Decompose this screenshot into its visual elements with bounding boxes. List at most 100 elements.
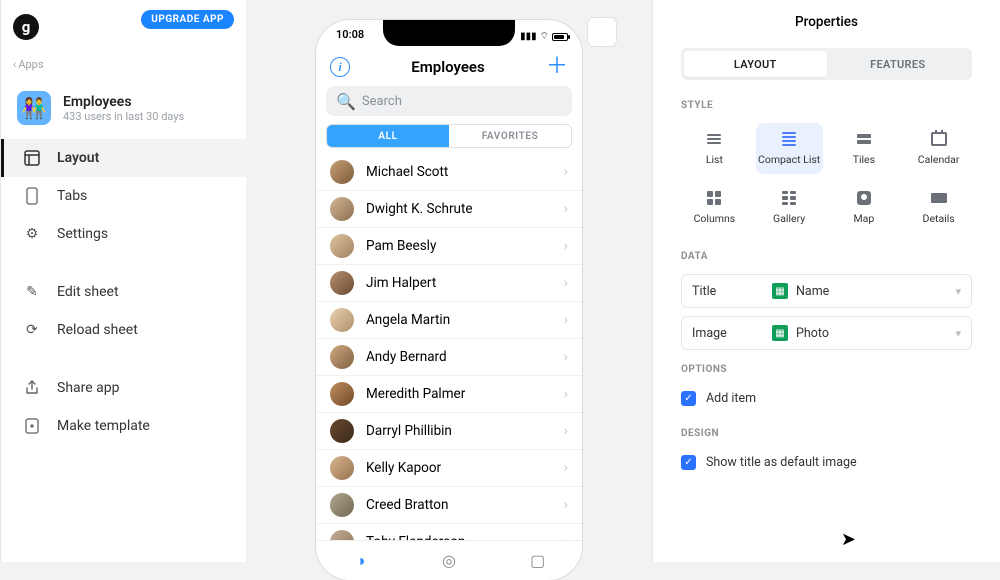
- sidebar-item-layout[interactable]: Layout: [1, 139, 246, 177]
- tabs-icon: [23, 187, 41, 205]
- list-item[interactable]: Pam Beesly›: [316, 228, 582, 265]
- data-row-title[interactable]: Title ▦Name ▾: [681, 274, 972, 308]
- section-style-label: STYLE: [681, 100, 972, 111]
- list-filter-segmented: ALL FAVORITES: [326, 124, 572, 148]
- sidebar-item-label: Layout: [57, 150, 99, 166]
- battery-icon: [552, 33, 568, 41]
- style-gallery[interactable]: Gallery: [756, 182, 823, 233]
- device-apple-button[interactable]: [588, 18, 616, 46]
- style-calendar[interactable]: Calendar: [905, 123, 972, 174]
- app-logo[interactable]: g: [13, 14, 39, 40]
- avatar: [330, 308, 354, 332]
- sidebar-item-share-app[interactable]: Share app: [1, 369, 246, 407]
- sidebar-item-make-template[interactable]: Make template: [1, 407, 246, 445]
- sheets-icon: ▦: [772, 325, 788, 341]
- properties-panel: Properties LAYOUT FEATURES STYLE List Co…: [652, 0, 1000, 562]
- style-label: Gallery: [773, 212, 805, 225]
- chevron-right-icon: ›: [564, 312, 568, 328]
- chevron-right-icon: ›: [564, 349, 568, 365]
- cursor-icon: ➤: [841, 529, 856, 550]
- style-label: Columns: [694, 212, 736, 225]
- style-label: List: [706, 153, 723, 166]
- avatar: [330, 530, 354, 540]
- sidebar-item-label: Reload sheet: [57, 322, 138, 338]
- chevron-right-icon: ›: [564, 423, 568, 439]
- style-columns[interactable]: Columns: [681, 182, 748, 233]
- design-label: Show title as default image: [706, 455, 857, 470]
- data-value: Photo: [796, 326, 829, 341]
- wifi-icon: ⌔: [540, 30, 549, 43]
- tab-layout[interactable]: LAYOUT: [684, 51, 827, 77]
- avatar: [330, 271, 354, 295]
- current-app-header[interactable]: 👫 Employees 433 users in last 30 days: [1, 77, 246, 139]
- sidebar-item-tabs[interactable]: Tabs: [1, 177, 246, 215]
- chevron-right-icon: ›: [564, 275, 568, 291]
- employee-name: Pam Beesly: [366, 238, 552, 254]
- back-to-apps-link[interactable]: ‹ Apps: [13, 58, 234, 71]
- chevron-right-icon: ›: [564, 201, 568, 217]
- avatar: [330, 382, 354, 406]
- chevron-right-icon: ›: [564, 497, 568, 513]
- add-button[interactable]: ＋: [546, 56, 568, 78]
- segment-favorites[interactable]: FAVORITES: [449, 125, 571, 147]
- reload-icon: ⟳: [23, 321, 41, 339]
- avatar: [330, 345, 354, 369]
- upgrade-button[interactable]: UPGRADE APP: [141, 10, 234, 29]
- list-item[interactable]: Kelly Kapoor ›: [316, 450, 582, 487]
- list-item[interactable]: Toby Flanderson›: [316, 524, 582, 540]
- avatar: [330, 456, 354, 480]
- style-map[interactable]: Map: [831, 182, 898, 233]
- screen-title: Employees: [411, 58, 484, 76]
- info-icon-button[interactable]: i: [330, 57, 350, 77]
- checkbox-checked-icon: ✓: [681, 391, 696, 406]
- tab-middle-icon[interactable]: ◎: [438, 550, 460, 572]
- status-time: 10:08: [336, 28, 364, 41]
- tab-list-icon[interactable]: ◑: [349, 550, 371, 572]
- option-add-item[interactable]: ✓ Add item: [681, 387, 972, 410]
- employee-name: Meredith Palmer: [366, 386, 552, 402]
- list-item[interactable]: Michael Scott›: [316, 154, 582, 191]
- sidebar-item-label: Tabs: [57, 188, 87, 204]
- style-picker: List Compact List Tiles Calendar Columns…: [681, 123, 972, 233]
- template-icon: [23, 417, 41, 435]
- data-row-image[interactable]: Image ▦Photo ▾: [681, 316, 972, 350]
- sidebar-item-reload-sheet[interactable]: ⟳ Reload sheet: [1, 311, 246, 349]
- tab-map-icon[interactable]: ▢: [527, 550, 549, 572]
- list-item[interactable]: Andy Bernard ›: [316, 339, 582, 376]
- list-item[interactable]: Meredith Palmer›: [316, 376, 582, 413]
- panel-title: Properties: [681, 0, 972, 48]
- list-item[interactable]: Dwight K. Schrute›: [316, 191, 582, 228]
- avatar: [330, 197, 354, 221]
- employee-name: Michael Scott: [366, 164, 552, 180]
- app-icon: 👫: [17, 91, 51, 125]
- chevron-right-icon: ›: [564, 460, 568, 476]
- section-data-label: DATA: [681, 251, 972, 262]
- segment-all[interactable]: ALL: [327, 125, 449, 147]
- sidebar-item-settings[interactable]: ⚙ Settings: [1, 215, 246, 253]
- employee-name: Kelly Kapoor: [366, 460, 552, 476]
- style-details[interactable]: Details: [905, 182, 972, 233]
- pencil-icon: ✎: [23, 283, 41, 301]
- list-item[interactable]: Angela Martin ›: [316, 302, 582, 339]
- sidebar-item-edit-sheet[interactable]: ✎ Edit sheet: [1, 273, 246, 311]
- phone-notch: [383, 20, 515, 46]
- signal-icon: ▮▮▮: [520, 31, 537, 42]
- avatar: [330, 419, 354, 443]
- list-item[interactable]: Jim Halpert›: [316, 265, 582, 302]
- design-show-title[interactable]: ✓ Show title as default image: [681, 451, 972, 474]
- employee-name: Angela Martin: [366, 312, 552, 328]
- search-placeholder: Search: [362, 94, 402, 109]
- list-item[interactable]: Creed Bratton›: [316, 487, 582, 524]
- search-input[interactable]: 🔍 Search: [326, 86, 572, 116]
- app-subtitle: 433 users in last 30 days: [63, 110, 184, 123]
- style-tiles[interactable]: Tiles: [831, 123, 898, 174]
- employee-name: Andy Bernard: [366, 349, 552, 365]
- style-compact-list[interactable]: Compact List: [756, 123, 823, 174]
- phone-preview: 10:08 ▮▮▮ ⌔ i Employees ＋ 🔍 Search ALL F…: [316, 20, 582, 580]
- tab-features[interactable]: FEATURES: [827, 51, 970, 77]
- sidebar-item-label: Share app: [57, 380, 120, 396]
- sidebar-item-label: Make template: [57, 418, 150, 434]
- style-list[interactable]: List: [681, 123, 748, 174]
- left-sidebar: UPGRADE APP g ‹ Apps 👫 Employees 433 use…: [0, 0, 246, 562]
- list-item[interactable]: Darryl Phillibin›: [316, 413, 582, 450]
